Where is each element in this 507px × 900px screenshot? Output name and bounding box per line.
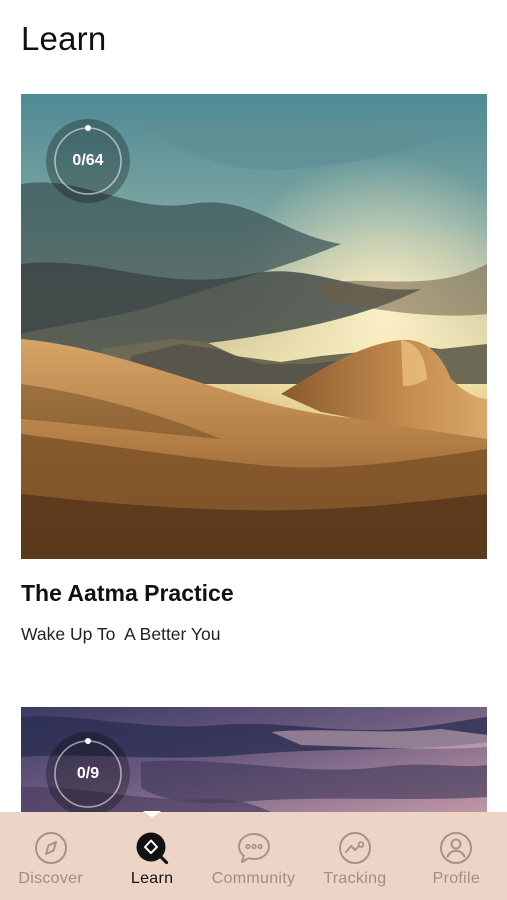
active-indicator <box>143 811 162 818</box>
course-title[interactable]: The Aatma Practice <box>21 580 234 607</box>
nav-label: Learn <box>130 870 174 887</box>
progress-count: 0/9 <box>76 765 100 782</box>
compass-icon <box>34 832 67 864</box>
course-subtitle: Wake Up To A Better You <box>21 624 221 644</box>
nav-label: Discover <box>18 870 84 887</box>
nav-community[interactable]: Community <box>203 812 304 900</box>
bottom-nav: Discover Learn Community Tracking Profil… <box>0 811 507 900</box>
nav-label: Community <box>211 870 296 887</box>
page-title: Learn <box>21 20 107 57</box>
chat-bubble-icon <box>237 833 270 863</box>
course-image[interactable]: 0/9 <box>21 707 487 817</box>
nav-label: Profile <box>432 870 481 887</box>
course-image[interactable]: 0/64 <box>21 94 487 559</box>
chart-line-icon <box>338 832 371 864</box>
user-icon <box>440 832 473 864</box>
search-diamond-icon <box>136 832 169 865</box>
progress-ring: 0/9 <box>45 731 131 817</box>
course-card[interactable]: 0/64 The Aatma Practice Wake Up To A Bet… <box>21 94 487 644</box>
nav-profile[interactable]: Profile <box>406 812 507 900</box>
nav-learn[interactable]: Learn <box>101 811 202 900</box>
progress-ring: 0/64 <box>45 118 131 204</box>
progress-count: 0/64 <box>72 152 104 169</box>
nav-label: Tracking <box>323 870 387 887</box>
nav-tracking[interactable]: Tracking <box>304 812 405 900</box>
course-card[interactable]: 0/9 <box>21 707 487 817</box>
nav-discover[interactable]: Discover <box>0 812 101 900</box>
